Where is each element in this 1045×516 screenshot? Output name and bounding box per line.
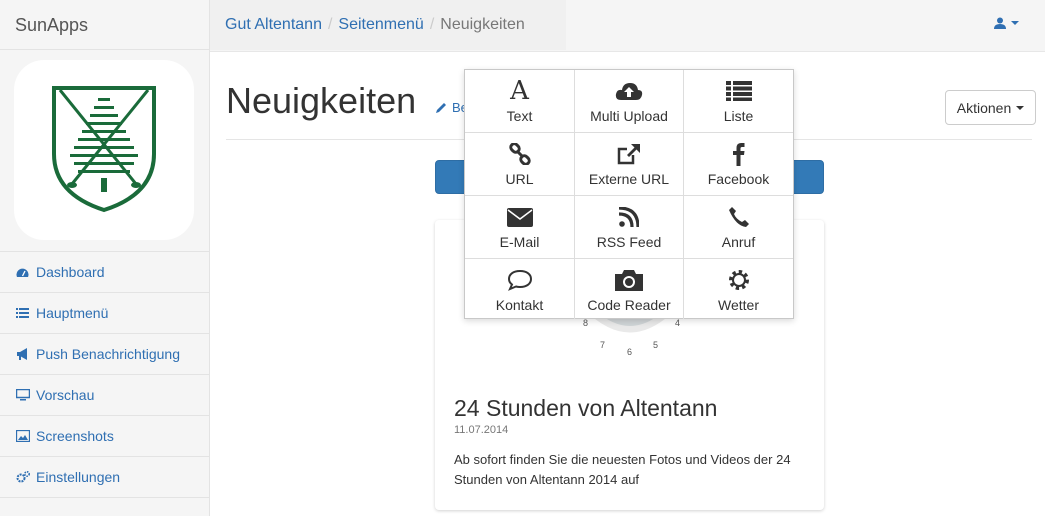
edit-title-link[interactable]: Be: [435, 100, 468, 115]
option-label: RSS Feed: [596, 234, 662, 250]
option-label: Multi Upload: [590, 108, 668, 124]
font-icon: A: [510, 76, 529, 106]
option-label: Externe URL: [588, 171, 670, 187]
sidebar-item-dashboard[interactable]: Dashboard: [0, 252, 209, 293]
dial-number: 7: [600, 340, 605, 350]
brand-name[interactable]: SunApps: [0, 0, 209, 50]
option-e-mail[interactable]: E-Mail: [465, 196, 575, 259]
sidebar-item-label: Hauptmenü: [36, 305, 109, 321]
option-externe-url[interactable]: Externe URL: [575, 133, 684, 196]
actions-label: Aktionen: [956, 99, 1012, 116]
gear-icon: [727, 267, 751, 293]
envelope-icon: [506, 204, 533, 230]
option-wetter[interactable]: Wetter: [684, 259, 793, 319]
sidebar-item-push[interactable]: Push Benachrichtigung: [0, 334, 209, 375]
sidebar-item-label: Dashboard: [36, 264, 105, 280]
phone-icon: [728, 204, 750, 230]
dial-number: 5: [653, 340, 658, 350]
option-url[interactable]: URL: [465, 133, 575, 196]
user-menu-button[interactable]: [994, 17, 1019, 29]
option-kontakt[interactable]: Kontakt: [465, 259, 575, 319]
camera-icon: [615, 267, 643, 293]
user-icon: [994, 17, 1006, 29]
option-label: Anruf: [721, 234, 756, 250]
sidebar: SunApps Dashboard Hauptmenü Push Benachr…: [0, 0, 210, 516]
external-link-icon: [617, 141, 641, 167]
sidebar-item-hauptmenu[interactable]: Hauptmenü: [0, 293, 209, 334]
logo-area: [0, 50, 209, 252]
sidebar-item-vorschau[interactable]: Vorschau: [0, 375, 209, 416]
gears-icon: [16, 470, 34, 484]
card-title[interactable]: 24 Stunden von Altentann: [454, 395, 717, 422]
sidebar-item-label: Vorschau: [36, 387, 95, 403]
breadcrumb-current: Neuigkeiten: [440, 16, 525, 33]
dial-number: 6: [627, 347, 632, 357]
option-label: URL: [505, 171, 534, 187]
option-facebook[interactable]: Facebook: [684, 133, 793, 196]
sidebar-item-label: Einstellungen: [36, 469, 121, 485]
app-logo: [14, 60, 194, 240]
facebook-icon: [732, 141, 745, 167]
option-code-reader[interactable]: Code Reader: [575, 259, 684, 319]
option-label: Wetter: [718, 297, 759, 313]
option-label: Code Reader: [587, 297, 671, 313]
dial-number: 8: [583, 318, 588, 328]
sidebar-item-label: Screenshots: [36, 428, 114, 444]
desktop-icon: [16, 388, 34, 402]
content-type-popover: A Text Multi Upload Liste URL Externe UR…: [464, 69, 794, 319]
option-label: Kontakt: [495, 297, 544, 313]
option-label: Text: [506, 108, 533, 124]
bullhorn-icon: [16, 347, 34, 361]
breadcrumb-link-seitenmenu[interactable]: Seitenmenü: [338, 16, 423, 34]
card-text: Ab sofort finden Sie die neuesten Fotos …: [454, 452, 791, 487]
option-anruf[interactable]: Anruf: [684, 196, 793, 259]
cloud-upload-icon: [615, 78, 643, 104]
breadcrumb-separator: /: [327, 16, 333, 33]
dashboard-icon: [16, 265, 34, 279]
link-icon: [508, 141, 531, 167]
list-icon: [725, 78, 752, 104]
option-label: Liste: [723, 108, 754, 124]
option-label: Facebook: [707, 171, 770, 187]
pencil-icon: [436, 102, 446, 113]
option-label: E-Mail: [499, 234, 540, 250]
sidebar-item-einstellungen[interactable]: Einstellungen: [0, 457, 209, 498]
option-rss-feed[interactable]: RSS Feed: [575, 196, 684, 259]
option-liste[interactable]: Liste: [684, 70, 793, 133]
top-navbar: Gut Altentann / Seitenmenü / Neuigkeiten: [210, 0, 1045, 52]
card-date: 11.07.2014: [454, 424, 509, 436]
sidebar-item-label: Push Benachrichtigung: [36, 346, 180, 362]
rss-icon: [619, 204, 639, 230]
list-icon: [16, 306, 34, 320]
option-multi-upload[interactable]: Multi Upload: [575, 70, 684, 133]
chevron-down-icon: [1011, 21, 1019, 25]
breadcrumb-link-gut-altentann[interactable]: Gut Altentann: [225, 16, 322, 34]
actions-dropdown-button[interactable]: Aktionen: [945, 90, 1036, 125]
breadcrumb-separator: /: [429, 16, 435, 33]
comment-icon: [507, 267, 533, 293]
image-icon: [16, 429, 34, 443]
golf-club-crest-icon: [52, 86, 156, 213]
sidebar-item-screenshots[interactable]: Screenshots: [0, 416, 209, 457]
option-text[interactable]: A Text: [465, 70, 575, 133]
breadcrumb: Gut Altentann / Seitenmenü / Neuigkeiten: [210, 0, 566, 50]
chevron-down-icon: [1016, 105, 1025, 110]
dial-number: 4: [675, 318, 680, 328]
page-title: Neuigkeiten: [226, 80, 417, 121]
